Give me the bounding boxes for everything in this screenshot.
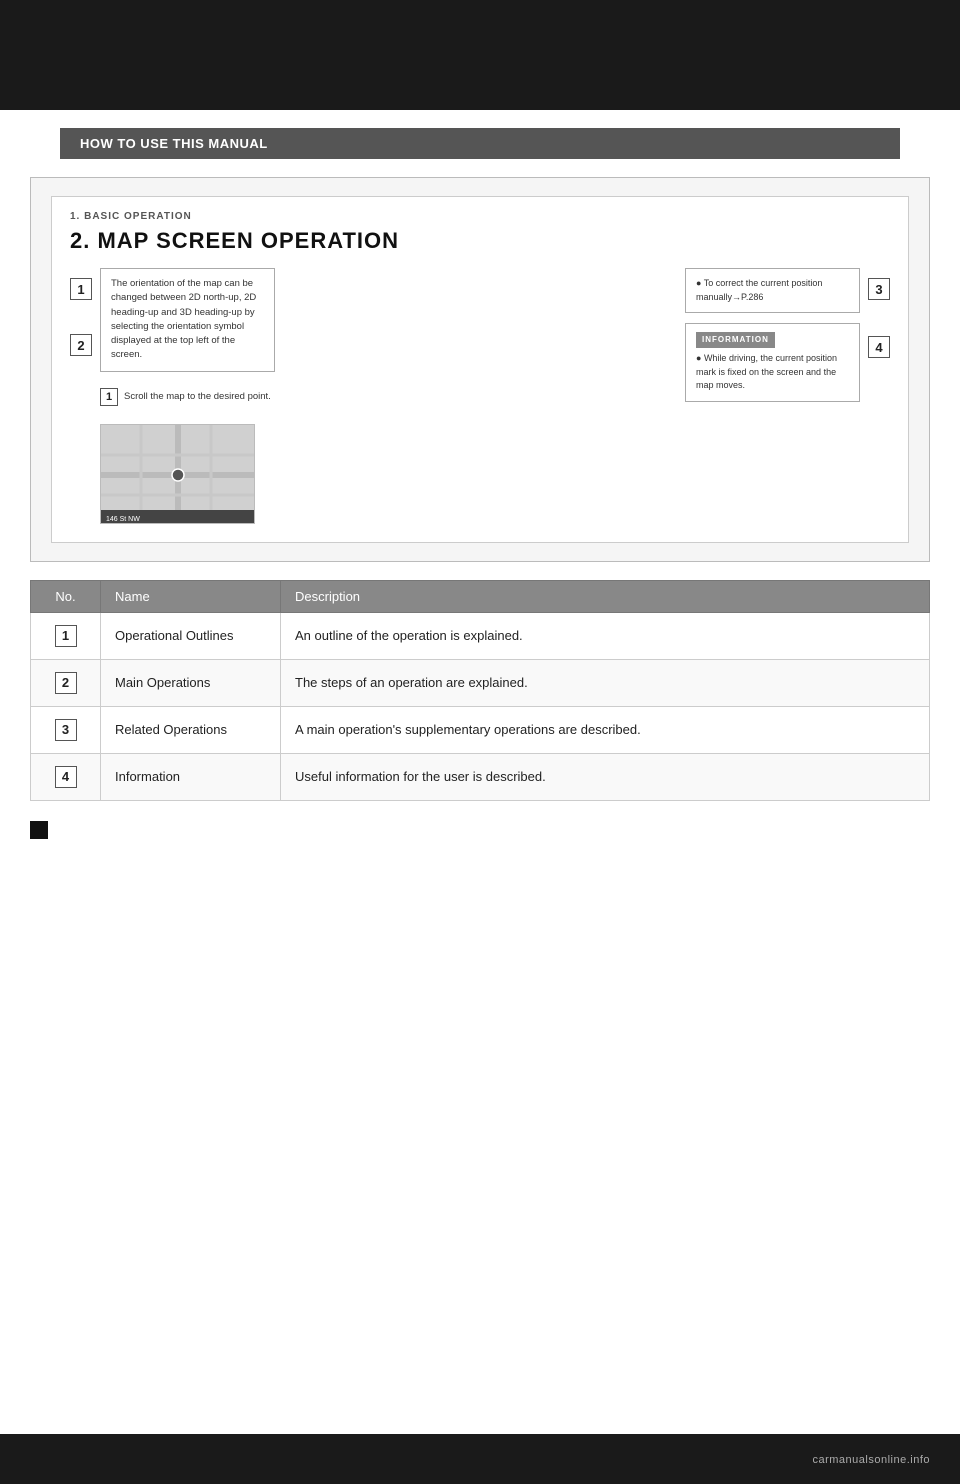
row1-name: Operational Outlines xyxy=(101,612,281,659)
section-title-bar: HOW TO USE THIS MANUAL xyxy=(60,128,900,159)
callout-4-right: 4 xyxy=(868,336,890,358)
row3-num-box: 3 xyxy=(55,719,77,741)
operations-table: No. Name Description 1 Operational Outli… xyxy=(30,580,930,801)
row2-description: The steps of an operation are explained. xyxy=(281,659,930,706)
main-content: HOW TO USE THIS MANUAL 1. BASIC OPERATIO… xyxy=(0,128,960,839)
col-header-name: Name xyxy=(101,580,281,612)
diagram-body: 1 2 The orientation of the map can be ch… xyxy=(70,268,890,524)
right-text-box-2: INFORMATION ● While driving, the current… xyxy=(685,323,860,402)
table-row: 4 Information Useful information for the… xyxy=(31,753,930,800)
table-container: No. Name Description 1 Operational Outli… xyxy=(30,580,930,801)
table-row: 2 Main Operations The steps of an operat… xyxy=(31,659,930,706)
row1-description: An outline of the operation is explained… xyxy=(281,612,930,659)
row1-no: 1 xyxy=(31,612,101,659)
right-text-box-1: ● To correct the current position manual… xyxy=(685,268,860,313)
row2-num-box: 2 xyxy=(55,672,77,694)
section-title-text: HOW TO USE THIS MANUAL xyxy=(80,136,268,151)
step-number: 1 xyxy=(100,388,118,406)
step-text: Scroll the map to the desired point. xyxy=(124,391,271,402)
map-svg: 146 St NW xyxy=(101,425,255,524)
row3-name: Related Operations xyxy=(101,706,281,753)
diagram-inner: 1. BASIC OPERATION 2. MAP SCREEN OPERATI… xyxy=(51,196,909,543)
right-boxes: ● To correct the current position manual… xyxy=(685,268,860,402)
row4-name: Information xyxy=(101,753,281,800)
col-header-no: No. xyxy=(31,580,101,612)
right-section: ● To correct the current position manual… xyxy=(685,268,890,524)
bottom-bar: carmanualsonline.info xyxy=(0,1434,960,1484)
callout-2-left: 2 xyxy=(70,334,92,356)
right-box1-text: To correct the current position manually… xyxy=(696,278,822,302)
callout-numbers-left: 1 2 xyxy=(70,268,92,524)
row4-no: 4 xyxy=(31,753,101,800)
callout-numbers-right: 3 4 xyxy=(868,268,890,358)
info-badge: INFORMATION xyxy=(696,332,775,348)
page-wrapper: HOW TO USE THIS MANUAL 1. BASIC OPERATIO… xyxy=(0,0,960,1484)
left-text-box: The orientation of the map can be change… xyxy=(100,268,275,372)
svg-text:146 St NW: 146 St NW xyxy=(106,516,140,523)
left-text-content: The orientation of the map can be change… xyxy=(111,278,256,360)
section-marker xyxy=(30,821,48,839)
row1-num-box: 1 xyxy=(55,625,77,647)
left-section: 1 2 The orientation of the map can be ch… xyxy=(70,268,669,524)
row4-num-box: 4 xyxy=(55,766,77,788)
callout-3-right: 3 xyxy=(868,278,890,300)
right-box2-text: ● While driving, the current position ma… xyxy=(696,352,849,393)
top-bar xyxy=(0,0,960,110)
right-box1-bullet: ● xyxy=(696,278,704,288)
row3-no: 3 xyxy=(31,706,101,753)
callout-1-left: 1 xyxy=(70,278,92,300)
map-image: 146 St NW xyxy=(100,424,255,524)
footer-website: carmanualsonline.info xyxy=(812,1454,930,1466)
right-box2-content: While driving, the current position mark… xyxy=(696,353,837,390)
diagram-title: 2. MAP SCREEN OPERATION xyxy=(70,228,890,254)
diagram-subtitle: 1. BASIC OPERATION xyxy=(70,211,890,222)
map-inner: 146 St NW xyxy=(101,425,254,523)
table-header-row: No. Name Description xyxy=(31,580,930,612)
table-row: 3 Related Operations A main operation's … xyxy=(31,706,930,753)
row4-description: Useful information for the user is descr… xyxy=(281,753,930,800)
step-row: 1 Scroll the map to the desired point. xyxy=(100,388,275,406)
row2-no: 2 xyxy=(31,659,101,706)
row3-description: A main operation's supplementary operati… xyxy=(281,706,930,753)
table-row: 1 Operational Outlines An outline of the… xyxy=(31,612,930,659)
diagram-container: 1. BASIC OPERATION 2. MAP SCREEN OPERATI… xyxy=(30,177,930,562)
col-header-description: Description xyxy=(281,580,930,612)
row2-name: Main Operations xyxy=(101,659,281,706)
right-box2-bullet: ● xyxy=(696,353,704,363)
left-content: The orientation of the map can be change… xyxy=(100,268,275,524)
